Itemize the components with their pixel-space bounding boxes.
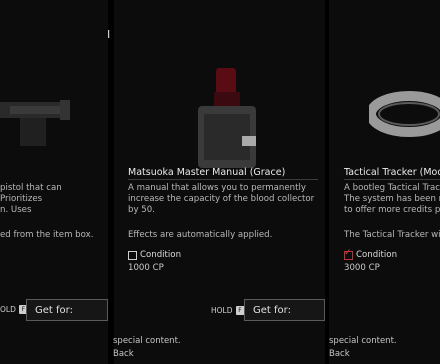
item-description-line: The system has been mod: [344, 194, 440, 204]
special-content-text: special content.: [113, 336, 181, 346]
item-description-line: by 50.: [128, 205, 155, 215]
condition-label: Condition: [356, 250, 398, 260]
condition-checkbox[interactable]: Condition: [128, 250, 181, 260]
condition-checkbox[interactable]: Condition: [344, 248, 398, 260]
hold-label: OLD: [0, 305, 16, 314]
special-content-text: special content.: [329, 336, 397, 346]
item-cost: 3000 CP: [344, 263, 380, 273]
hold-prompt: HOLD F: [211, 306, 245, 315]
pistol-item-image: [0, 100, 70, 146]
item-panel-middle[interactable]: Matsuoka Master Manual (Grace) A manual …: [114, 0, 325, 364]
hold-prompt: OLD F: [0, 305, 28, 314]
checkbox-checked-icon: [344, 248, 353, 260]
item-title: Matsuoka Master Manual (Grace): [128, 167, 286, 178]
panel-separator: [325, 0, 329, 364]
panel-separator: [108, 0, 114, 364]
header-glyph: I: [107, 28, 111, 41]
get-for-button[interactable]: Get for:: [26, 299, 108, 321]
item-description-line: to offer more credits per: [344, 205, 440, 215]
item-note: Effects are automatically applied.: [128, 230, 273, 240]
checkbox-unchecked-icon: [128, 250, 137, 260]
item-title: Tactical Tracker (Modded: [344, 167, 440, 178]
tracker-item-image: [369, 91, 440, 137]
item-description-line: A bootleg Tactical Tracker: [344, 183, 440, 193]
back-button[interactable]: Back: [113, 349, 134, 359]
item-description-line: n. Uses: [0, 205, 32, 215]
item-panel-left[interactable]: pistol that can Prioritizes n. Uses ed f…: [0, 0, 108, 364]
get-for-label: Get for:: [35, 305, 73, 316]
condition-label: Condition: [140, 250, 182, 260]
hold-label: HOLD: [211, 306, 233, 315]
title-divider: [128, 179, 318, 180]
manual-item-image: [198, 68, 256, 168]
item-description-line: Prioritizes: [0, 194, 43, 204]
item-description-line: increase the capacity of the blood colle…: [128, 194, 315, 204]
get-for-button[interactable]: Get for:: [244, 299, 325, 321]
item-panel-right[interactable]: Tactical Tracker (Modded A bootleg Tacti…: [329, 0, 440, 364]
item-description-line: pistol that can: [0, 183, 62, 193]
item-cost: 1000 CP: [128, 263, 164, 273]
item-note: ed from the item box.: [0, 230, 94, 240]
title-divider: [344, 179, 440, 180]
item-note: The Tactical Tracker will c: [344, 230, 440, 240]
item-description-line: A manual that allows you to permanently: [128, 183, 306, 193]
get-for-label: Get for:: [253, 305, 291, 316]
back-button[interactable]: Back: [329, 349, 350, 359]
